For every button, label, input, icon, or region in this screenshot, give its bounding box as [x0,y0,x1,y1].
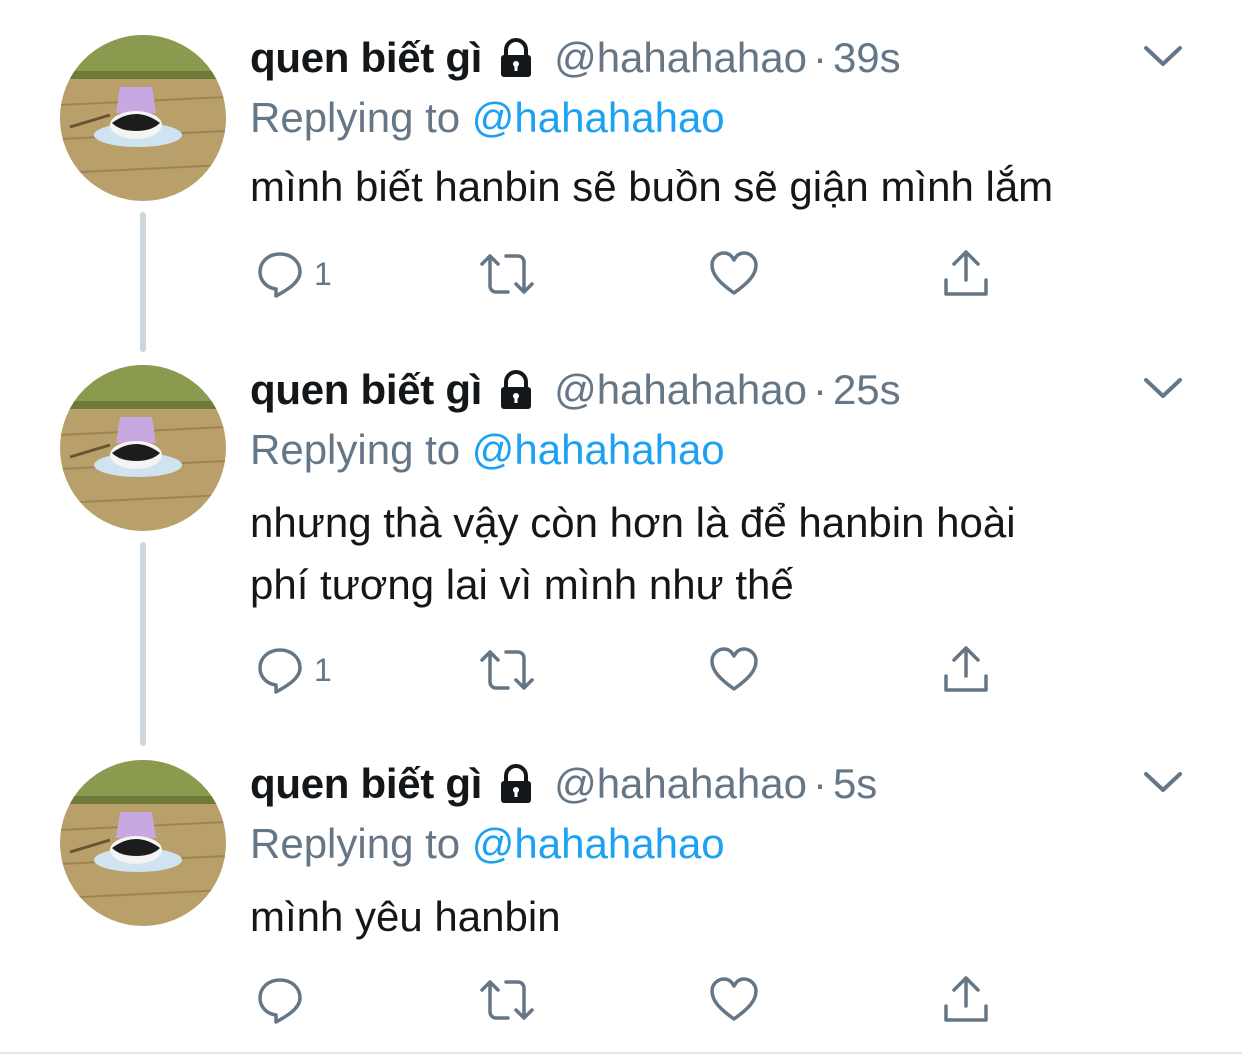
reply-count: 1 [314,651,332,688]
reply-icon [258,648,302,694]
retweet-button[interactable] [478,246,536,302]
tweet-actions: 1 [250,642,1010,698]
share-icon [944,250,988,296]
reply-button[interactable]: 1 [254,246,332,302]
separator-dot: · [812,760,827,807]
replying-to-mention[interactable]: @hahahahao [472,426,725,473]
share-icon [944,646,988,692]
thread-line [140,212,146,352]
separator-dot: · [812,34,827,81]
replying-to: Replying to @hahahahao [250,816,725,872]
lock-icon [494,762,538,806]
tweet-text-line: nhưng thà vậy còn hơn là để hanbin hoài [250,499,1016,546]
retweet-button[interactable] [478,972,536,1028]
heart-icon [710,977,758,1021]
share-button[interactable] [940,642,992,698]
avatar[interactable] [60,760,226,926]
username[interactable]: @hahahahao [554,30,807,86]
like-button[interactable] [708,246,760,302]
replying-to-mention[interactable]: @hahahahao [472,94,725,141]
like-button[interactable] [708,642,760,698]
timestamp[interactable]: 5s [833,756,877,812]
replying-to-label: Replying to [250,94,461,141]
avatar[interactable] [60,35,226,201]
tweet-actions [250,972,1010,1028]
chevron-down-icon[interactable] [1140,762,1186,802]
retweet-icon [480,980,534,1020]
replying-to: Replying to @hahahahao [250,422,725,478]
replying-to-mention[interactable]: @hahahahao [472,820,725,867]
reply-button[interactable]: 1 [254,642,332,698]
tweet-actions: 1 [250,246,1010,302]
separator-dot: · [812,366,827,413]
chevron-down-icon[interactable] [1140,368,1186,408]
tweet-text: mình yêu hanbin [250,886,1210,948]
replying-to-label: Replying to [250,426,461,473]
replying-to: Replying to @hahahahao [250,90,725,146]
replying-to-label: Replying to [250,820,461,867]
display-name[interactable]: quen biết gì [250,756,482,812]
tweet-text-line: mình yêu hanbin [250,893,561,940]
retweet-icon [480,254,534,294]
lock-icon [494,368,538,412]
tweet-text: nhưng thà vậy còn hơn là để hanbin hoài … [250,492,1210,616]
reply-count: 1 [314,255,332,292]
username[interactable]: @hahahahao [554,756,807,812]
chevron-down-icon[interactable] [1140,36,1186,76]
display-name[interactable]: quen biết gì [250,30,482,86]
display-name[interactable]: quen biết gì [250,362,482,418]
tweet-text-line: mình biết hanbin sẽ buồn sẽ giận mình lắ… [250,163,1054,210]
reply-button[interactable] [254,972,314,1028]
share-button[interactable] [940,972,992,1028]
retweet-button[interactable] [478,642,536,698]
reply-icon [258,978,302,1024]
share-icon [944,976,988,1022]
avatar-image [60,760,226,926]
heart-icon [710,251,758,295]
tweet-text-line: phí tương lai vì mình như thế [250,561,794,608]
reply-icon [258,252,302,298]
timestamp[interactable]: 39s [833,30,901,86]
lock-icon [494,36,538,80]
heart-icon [710,647,758,691]
share-button[interactable] [940,246,992,302]
divider [0,1052,1242,1054]
timestamp[interactable]: 25s [833,362,901,418]
retweet-icon [480,650,534,690]
tweet-text: mình biết hanbin sẽ buồn sẽ giận mình lắ… [250,156,1210,218]
username[interactable]: @hahahahao [554,362,807,418]
avatar-image [60,35,226,201]
thread-line [140,542,146,746]
avatar-image [60,365,226,531]
like-button[interactable] [708,972,760,1028]
avatar[interactable] [60,365,226,531]
